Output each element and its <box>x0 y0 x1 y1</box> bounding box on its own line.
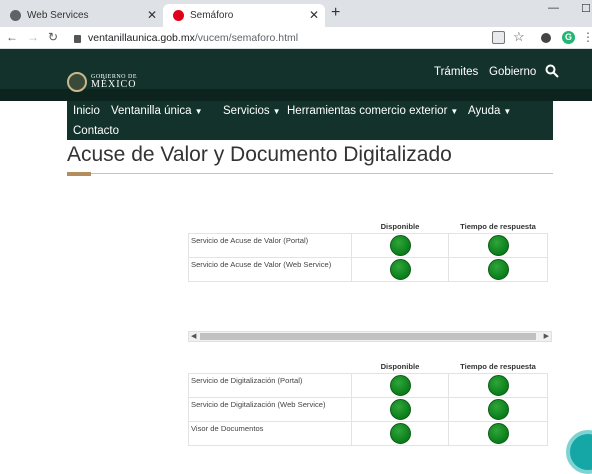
tab-title: Semáforo <box>190 10 234 21</box>
tab-semaforo[interactable]: Semáforo ✕ <box>163 4 325 27</box>
close-tab-icon[interactable]: ✕ <box>147 8 157 22</box>
nav-contacto[interactable]: Contacto <box>73 125 119 137</box>
logo-line2: MÉXICO <box>91 79 137 90</box>
tab-title: Web Services <box>27 10 89 21</box>
url-host: ventanillaunica.gob.mx <box>88 32 195 44</box>
search-icon[interactable] <box>545 64 559 78</box>
scroll-right-icon[interactable]: ▶ <box>544 332 549 342</box>
service-name: Servicio de Digitalización (Web Service) <box>188 396 352 422</box>
gobierno-logo[interactable]: GOBIERNO DE MÉXICO <box>67 72 137 92</box>
col-header-respuesta: Tiempo de respuesta <box>460 361 536 371</box>
status-light-green <box>389 234 411 256</box>
table-row: Servicio de Digitalización (Web Service) <box>188 396 548 422</box>
status-light-green <box>389 374 411 396</box>
status-light-green <box>487 398 509 420</box>
browser-tab-bar: Web Services ✕ Semáforo ✕ + — ☐ <box>0 0 592 27</box>
caret-down-icon: ▼ <box>194 107 203 116</box>
star-icon[interactable]: ☆ <box>513 29 525 45</box>
table-row: Servicio de Acuse de Valor (Portal) <box>188 232 548 258</box>
status-light-green <box>487 258 509 280</box>
translate-icon[interactable] <box>492 31 505 44</box>
service-name: Visor de Documentos <box>188 420 352 446</box>
seal-icon <box>67 72 87 92</box>
col-header-disponible: Disponible <box>380 221 420 231</box>
table-row: Servicio de Digitalización (Portal) <box>188 372 548 398</box>
horizontal-scrollbar[interactable]: ◀ ▶ <box>188 331 552 342</box>
caret-down-icon: ▼ <box>450 107 459 116</box>
url-path: /vucem/semaforo.html <box>194 32 299 44</box>
table-row: Visor de Documentos <box>188 420 548 446</box>
nav-servicios[interactable]: Servicios ▼ <box>223 105 281 117</box>
address-bar: ← → ↻ ventanillaunica.gob.mx/vucem/semaf… <box>0 27 592 49</box>
scroll-left-icon[interactable]: ◀ <box>191 332 196 342</box>
caret-down-icon: ▼ <box>503 107 512 116</box>
extension-icon[interactable] <box>541 33 551 43</box>
globe-icon <box>10 10 21 21</box>
service-name: Servicio de Acuse de Valor (Web Service) <box>188 256 352 282</box>
link-gobierno[interactable]: Gobierno <box>489 66 536 78</box>
status-table-digitalizacion: Disponible Tiempo de respuesta Servicio … <box>188 359 548 446</box>
caret-down-icon: ▼ <box>272 107 281 116</box>
status-table-acuse: Disponible Tiempo de respuesta Servicio … <box>188 219 548 282</box>
scrollbar-thumb[interactable] <box>200 333 536 340</box>
main-nav: Inicio Ventanilla única ▼ Servicios ▼ Herr… <box>67 101 553 140</box>
url-field[interactable]: ventanillaunica.gob.mx/vucem/semaforo.ht… <box>70 29 510 47</box>
status-light-green <box>389 398 411 420</box>
red-circle-icon <box>173 10 184 21</box>
link-tramites[interactable]: Trámites <box>434 66 478 78</box>
service-name: Servicio de Digitalización (Portal) <box>188 372 352 398</box>
lock-icon <box>74 35 81 43</box>
title-divider <box>67 173 553 174</box>
chat-widget-button[interactable] <box>566 430 592 474</box>
tab-web-services[interactable]: Web Services ✕ <box>0 4 163 27</box>
page-title: Acuse de Valor y Documento Digitalizado <box>67 143 452 166</box>
new-tab-icon[interactable]: + <box>331 4 340 22</box>
nav-ayuda[interactable]: Ayuda ▼ <box>468 105 511 117</box>
col-header-disponible: Disponible <box>380 361 420 371</box>
col-header-respuesta: Tiempo de respuesta <box>460 221 536 231</box>
table-row: Servicio de Acuse de Valor (Web Service) <box>188 256 548 282</box>
menu-icon[interactable]: ⋮ <box>582 30 592 44</box>
nav-inicio[interactable]: Inicio <box>73 105 100 117</box>
nav-ventanilla[interactable]: Ventanilla única ▼ <box>111 105 202 117</box>
maximize-icon[interactable]: ☐ <box>581 2 591 15</box>
status-light-green <box>487 374 509 396</box>
minimize-icon[interactable]: — <box>548 2 559 14</box>
forward-arrow-icon[interactable]: → <box>27 30 39 44</box>
status-light-green <box>389 422 411 444</box>
service-name: Servicio de Acuse de Valor (Portal) <box>188 232 352 258</box>
grammarly-icon[interactable]: G <box>562 31 575 44</box>
close-tab-icon[interactable]: ✕ <box>309 8 319 22</box>
reload-icon[interactable]: ↻ <box>48 30 58 44</box>
status-light-green <box>487 234 509 256</box>
status-light-green <box>487 422 509 444</box>
title-accent <box>67 172 91 176</box>
nav-herramientas[interactable]: Herramientas comercio exterior ▼ <box>287 105 458 117</box>
back-arrow-icon[interactable]: ← <box>6 30 18 44</box>
status-light-green <box>389 258 411 280</box>
